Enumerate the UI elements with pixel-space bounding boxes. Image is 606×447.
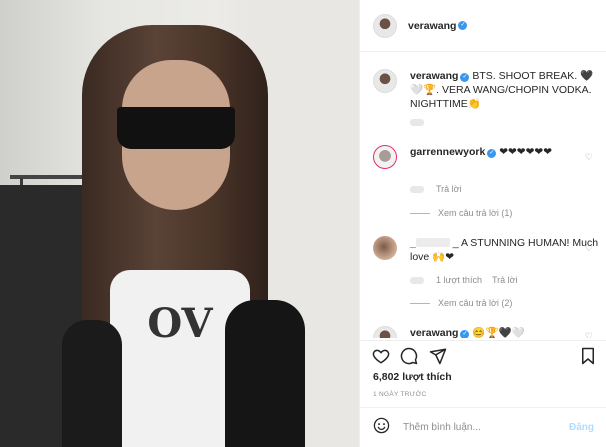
reply-button[interactable]: Trả lời <box>492 275 518 285</box>
reply-line <box>410 212 430 214</box>
reply-button[interactable]: Trả lời <box>436 184 462 194</box>
post-comment-button[interactable]: Đăng <box>569 422 594 433</box>
comment-text: 😊🏆🖤🤍 <box>472 327 525 338</box>
comment-like-heart-icon[interactable]: ♡ <box>585 331 593 338</box>
post-date[interactable]: 1 NGÀY TRƯỚC <box>373 391 427 398</box>
caption: verawang ✓ BTS. SHOOT BREAK. 🖤🤍🏆. VERA WA… <box>373 69 600 111</box>
comment-list[interactable]: verawang ✓ BTS. SHOOT BREAK. 🖤🤍🏆. VERA WA… <box>360 53 606 338</box>
bookmark-icon[interactable] <box>580 347 596 369</box>
reply-line <box>410 302 430 304</box>
verified-icon: ✓ <box>487 149 497 158</box>
share-icon[interactable] <box>429 347 447 369</box>
comment-like-heart-icon[interactable]: ♡ <box>585 152 593 163</box>
comment-input[interactable]: Thêm bình luận... <box>403 422 569 433</box>
view-replies[interactable]: Xem câu trả lời (2) <box>410 298 512 308</box>
post-header: verawang ✓ <box>360 0 606 52</box>
avatar[interactable] <box>373 69 397 93</box>
action-bar <box>360 340 606 370</box>
avatar[interactable] <box>373 13 397 38</box>
photo-sunglasses <box>117 107 235 149</box>
comment-like-heart-icon[interactable]: ♡ <box>585 243 593 254</box>
photo-shirt-logo: OV <box>147 300 213 347</box>
comment-item: _ _ A STUNNING HUMAN! Much love 🙌❤ <box>373 236 600 264</box>
view-replies-label[interactable]: Xem câu trả lời (2) <box>438 298 512 308</box>
redacted-time <box>410 119 424 126</box>
verified-icon: ✓ <box>460 73 470 82</box>
caption-username[interactable]: verawang <box>410 70 458 82</box>
redacted-time <box>410 276 424 284</box>
post-panel: verawang ✓ verawang ✓ BTS. SHOOT BREAK. 🖤… <box>359 0 606 447</box>
view-replies[interactable]: Xem câu trả lời (1) <box>410 208 512 218</box>
avatar[interactable] <box>373 236 397 260</box>
avatar[interactable] <box>373 145 397 169</box>
emoji-icon[interactable] <box>373 417 390 439</box>
add-comment-bar: Thêm bình luận... Đăng <box>360 407 606 447</box>
comment-likes[interactable]: 1 lượt thích <box>436 275 482 285</box>
comment-text: ❤❤❤❤❤❤ <box>499 146 552 158</box>
like-count[interactable]: 6,802 lượt thích <box>373 371 452 383</box>
heart-icon[interactable] <box>372 347 390 369</box>
verified-icon: ✓ <box>458 21 468 30</box>
avatar[interactable] <box>373 326 397 338</box>
comment-username[interactable]: verawang <box>410 327 458 338</box>
comment-username[interactable]: _ <box>410 237 416 249</box>
view-replies-label[interactable]: Xem câu trả lời (1) <box>438 208 512 218</box>
comment-icon[interactable] <box>400 347 418 369</box>
header-username[interactable]: verawang <box>408 20 456 32</box>
redacted-username <box>415 238 450 247</box>
comment-item: garrennewyork ✓ ❤❤❤❤❤❤ <box>373 145 600 169</box>
comment-username[interactable]: garrennewyork <box>410 146 485 158</box>
comment-meta: Trả lời <box>410 184 462 194</box>
redacted-time <box>410 185 424 193</box>
caption-meta <box>410 119 436 126</box>
comment-item: verawang ✓ 😊🏆🖤🤍 <box>373 326 600 338</box>
verified-icon: ✓ <box>460 330 470 338</box>
photo-glove-right <box>225 300 305 447</box>
photo-glove-left <box>62 320 122 447</box>
post-photo[interactable]: OV <box>0 0 359 447</box>
comment-meta: 1 lượt thích Trả lời <box>410 275 518 285</box>
